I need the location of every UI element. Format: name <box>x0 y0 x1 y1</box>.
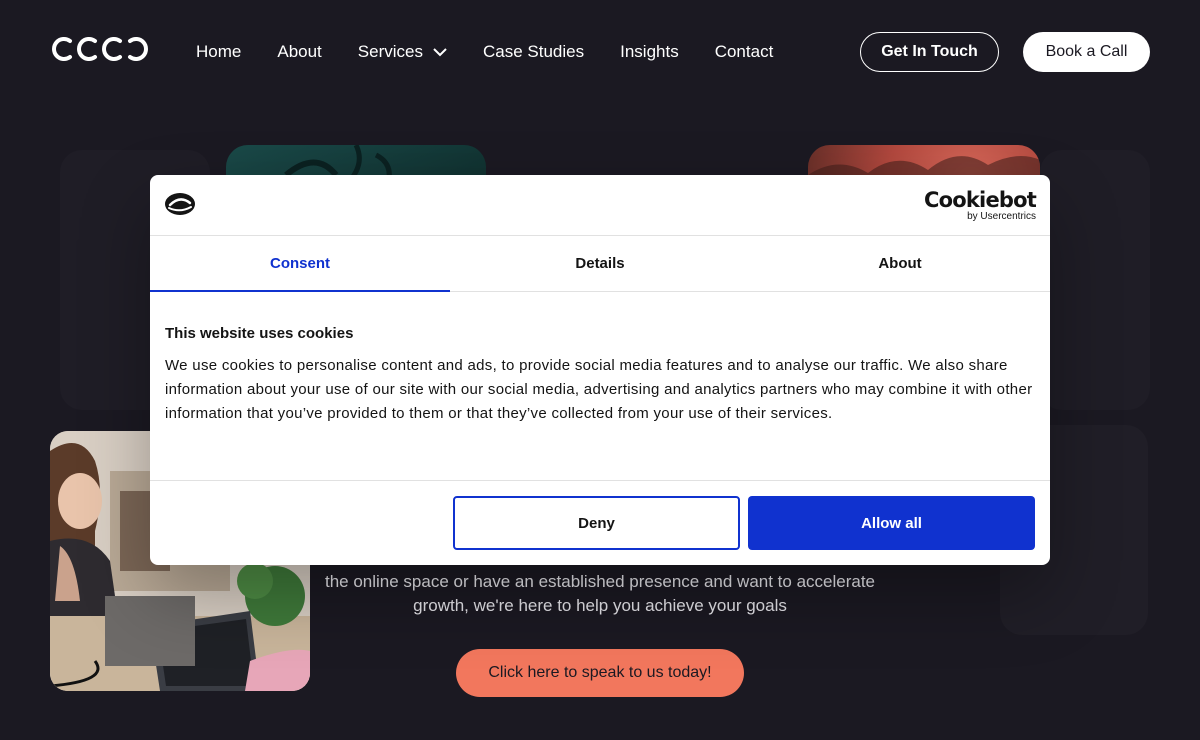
cookie-consent-dialog: Cookiebot by Usercentrics Consent Detail… <box>150 175 1050 565</box>
book-a-call-button[interactable]: Book a Call <box>1023 32 1150 72</box>
nav-contact[interactable]: Contact <box>715 40 774 64</box>
nav-case-studies-label: Case Studies <box>482 42 585 61</box>
dialog-header: Cookiebot by Usercentrics <box>150 175 1050 236</box>
tab-consent[interactable]: Consent <box>150 236 450 292</box>
main-nav: Home About Services Case Studies Insight… <box>196 40 809 64</box>
nav-about-label: About <box>277 42 322 61</box>
nav-insights-label: Insights <box>620 42 679 61</box>
chevron-down-icon <box>433 48 447 57</box>
dialog-title: This website uses cookies <box>165 325 354 342</box>
background-card <box>1040 150 1150 410</box>
dialog-footer: Deny Allow all <box>150 481 1050 564</box>
site-header: Home About Services Case Studies Insight… <box>0 0 1200 104</box>
cookiebot-brand-name: Cookiebot <box>924 188 1037 212</box>
dialog-tabs: Consent Details About <box>150 236 1050 292</box>
nav-services[interactable]: Services <box>358 40 447 64</box>
nav-contact-label: Contact <box>714 42 774 61</box>
nav-services-label: Services <box>357 42 423 61</box>
hero-line: the online space or have an established … <box>324 572 876 591</box>
hero-description: the online space or have an established … <box>300 570 900 618</box>
get-in-touch-button[interactable]: Get In Touch <box>860 32 999 72</box>
nav-case-studies[interactable]: Case Studies <box>483 40 584 64</box>
tab-about[interactable]: About <box>750 236 1050 291</box>
cookiebot-logo[interactable]: Cookiebot by Usercentrics <box>924 188 1037 223</box>
nav-home[interactable]: Home <box>196 40 241 64</box>
hero-line: growth, we're here to help you achieve y… <box>413 596 787 615</box>
allow-all-button[interactable]: Allow all <box>748 496 1035 550</box>
cookiebot-brand-by: by Usercentrics <box>967 211 1036 222</box>
deny-button[interactable]: Deny <box>453 496 740 550</box>
speak-to-us-button[interactable]: Click here to speak to us today! <box>456 649 744 697</box>
nav-insights[interactable]: Insights <box>620 40 679 64</box>
nav-home-label: Home <box>196 42 242 61</box>
logo-icon <box>52 37 148 61</box>
dialog-body: This website uses cookies We use cookies… <box>150 292 1050 481</box>
nav-about[interactable]: About <box>277 40 321 64</box>
tab-details[interactable]: Details <box>450 236 750 291</box>
coco-logo[interactable] <box>50 36 150 62</box>
dialog-description: We use cookies to personalise content an… <box>165 357 1033 422</box>
cookie-badge-icon <box>165 193 195 215</box>
